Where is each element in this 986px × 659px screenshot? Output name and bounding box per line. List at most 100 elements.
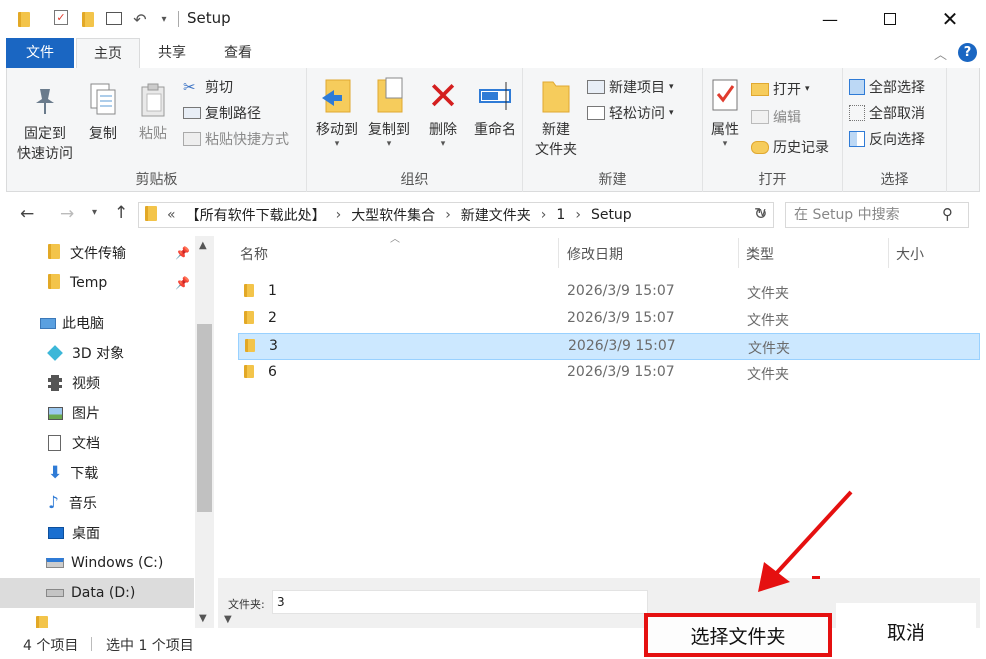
nav-item-3d-objects[interactable]: 3D 对象 — [0, 338, 194, 368]
delete-button[interactable]: ✕ 删除 ▾ — [423, 74, 463, 149]
nav-item-videos[interactable]: 视频 — [0, 368, 194, 398]
drive-icon — [46, 558, 64, 568]
copy-button[interactable]: 复制 — [77, 80, 129, 144]
easy-access-icon — [587, 106, 605, 120]
table-row[interactable]: 1 2026/3/9 15:07 文件夹 — [238, 279, 980, 306]
address-bar[interactable]: « 【所有软件下载此处】 › 大型软件集合 › 新建文件夹 › 1 › Setu… — [138, 202, 774, 228]
column-divider[interactable] — [888, 238, 889, 268]
clipboard-group-label: 剪贴板 — [135, 172, 178, 188]
open-group-label: 打开 — [758, 172, 787, 188]
organize-group: 移动到 ▾ 复制到 ▾ ✕ 删除 ▾ 重命名 组织 — [307, 68, 523, 192]
edit-button[interactable]: 编辑 — [751, 106, 801, 128]
column-divider[interactable] — [738, 238, 739, 268]
tab-home[interactable]: 主页 — [76, 38, 140, 69]
copy-to-button[interactable]: 复制到 ▾ — [363, 76, 415, 149]
column-divider[interactable] — [558, 238, 559, 268]
new-folder-button[interactable]: 新建 文件夹 — [529, 76, 583, 160]
rename-button[interactable]: 重命名 — [469, 76, 521, 140]
panel-quick-icon[interactable] — [106, 12, 122, 25]
paste-button[interactable]: 粘贴 — [129, 80, 177, 144]
tab-share[interactable]: 共享 — [146, 38, 198, 68]
up-icon[interactable]: ↑ — [114, 203, 128, 223]
paste-shortcut-button[interactable]: 粘贴快捷方式 — [183, 128, 289, 150]
nav-item-pictures[interactable]: 图片 — [0, 398, 194, 428]
close-button[interactable]: ✕ — [920, 0, 980, 38]
invert-selection-button[interactable]: 反向选择 — [849, 128, 925, 150]
minimize-button[interactable]: — — [800, 0, 860, 38]
maximize-button[interactable] — [860, 0, 920, 38]
column-header-size[interactable]: 大小 — [896, 244, 924, 264]
select-folder-button[interactable]: 选择文件夹 — [644, 613, 832, 657]
nav-item-desktop[interactable]: 桌面 — [0, 518, 194, 548]
cut-button[interactable]: ✂ 剪切 — [183, 76, 233, 98]
properties-icon — [708, 76, 742, 116]
nav-item-documents[interactable]: 文档 — [0, 428, 194, 458]
refresh-icon[interactable]: ↻ — [754, 204, 767, 223]
breadcrumb-item[interactable]: 新建文件夹 — [461, 205, 531, 225]
customize-toolbar-icon[interactable]: ▾ — [156, 10, 172, 28]
title-divider — [178, 11, 179, 27]
new-folder-quick-icon[interactable] — [80, 10, 96, 28]
pin-quick-access-button[interactable]: 固定到 快速访问 — [13, 80, 77, 164]
breadcrumb-item[interactable]: 1 — [556, 207, 565, 223]
address-row: ← → ▾ ↑ « 【所有软件下载此处】 › 大型软件集合 › 新建文件夹 › … — [0, 200, 986, 230]
pin-icon[interactable]: 📌 — [175, 246, 190, 260]
properties-button[interactable]: 属性 ▾ — [705, 76, 745, 149]
help-icon[interactable]: ? — [958, 43, 977, 62]
copy-icon — [86, 80, 120, 120]
pin-icon — [28, 80, 62, 120]
properties-quick-icon[interactable]: ✓ — [54, 10, 68, 25]
file-list: ︿ 名称 修改日期 类型 大小 1 2026/3/9 15:07 文件夹 2 2… — [230, 234, 980, 576]
tab-file[interactable]: 文件 — [6, 38, 74, 68]
move-to-button[interactable]: 移动到 ▾ — [311, 76, 363, 149]
column-header-type[interactable]: 类型 — [746, 244, 774, 264]
forward-icon[interactable]: → — [60, 204, 74, 224]
collapse-ribbon-icon[interactable]: ︿ — [934, 44, 947, 63]
copy-to-icon — [372, 76, 406, 116]
new-item-button[interactable]: 新建项目 ▾ — [587, 76, 674, 98]
table-row[interactable]: 2 2026/3/9 15:07 文件夹 — [238, 306, 980, 333]
open-button[interactable]: 打开 ▾ — [751, 78, 810, 100]
select-none-button[interactable]: 全部取消 — [849, 102, 925, 124]
open-icon — [751, 82, 769, 96]
nav-item-music[interactable]: ♪ 音乐 — [0, 488, 194, 518]
folder-icon — [244, 311, 254, 328]
delete-icon: ✕ — [427, 74, 459, 118]
select-all-button[interactable]: 全部选择 — [849, 76, 925, 98]
scroll-up-icon[interactable]: ▲ — [199, 240, 207, 251]
column-header-name[interactable]: 名称 — [240, 244, 268, 264]
pin-icon[interactable]: 📌 — [175, 276, 190, 290]
nav-item-temp[interactable]: Temp 📌 — [0, 268, 194, 298]
picture-icon — [48, 406, 63, 420]
history-button[interactable]: 历史记录 — [751, 136, 829, 158]
tab-view[interactable]: 查看 — [210, 38, 266, 68]
overflow-chevron-icon[interactable]: « — [167, 207, 176, 223]
nav-scroll-thumb[interactable] — [197, 324, 212, 512]
column-header-date[interactable]: 修改日期 — [567, 244, 623, 264]
desktop-icon — [48, 527, 64, 539]
scroll-down-icon[interactable]: ▼ — [199, 613, 207, 624]
breadcrumb-current[interactable]: Setup — [591, 207, 632, 223]
new-item-icon — [587, 80, 605, 94]
folder-name-input[interactable]: 3 — [272, 590, 648, 614]
nav-item-file-transfer[interactable]: 文件传输 📌 — [0, 238, 194, 268]
recent-locations-icon[interactable]: ▾ — [92, 207, 97, 218]
easy-access-button[interactable]: 轻松访问 ▾ — [587, 102, 674, 124]
nav-item-downloads[interactable]: ⬇ 下载 — [0, 458, 194, 488]
history-icon — [751, 140, 769, 154]
table-row[interactable]: 6 2026/3/9 15:07 文件夹 — [238, 360, 980, 387]
selected-count: 选中 1 个项目 — [106, 638, 194, 654]
scroll-down-icon[interactable]: ▼ — [224, 614, 232, 625]
nav-item-this-pc[interactable]: 此电脑 — [0, 308, 194, 338]
breadcrumb-item[interactable]: 大型软件集合 — [351, 205, 435, 225]
breadcrumb-root[interactable]: 【所有软件下载此处】 — [186, 205, 326, 225]
film-icon — [48, 375, 62, 391]
copy-path-button[interactable]: 复制路径 — [183, 102, 261, 124]
undo-quick-icon[interactable]: ↶ — [132, 10, 148, 29]
breadcrumb-separator-icon: › — [445, 207, 451, 223]
back-icon[interactable]: ← — [20, 204, 34, 224]
table-row-selected[interactable]: 3 2026/3/9 15:07 文件夹 — [238, 333, 980, 360]
nav-item-windows-c[interactable]: Windows (C:) — [0, 548, 194, 578]
cancel-button[interactable]: 取消 — [836, 603, 976, 659]
nav-item-data-d[interactable]: Data (D:) — [0, 578, 194, 608]
